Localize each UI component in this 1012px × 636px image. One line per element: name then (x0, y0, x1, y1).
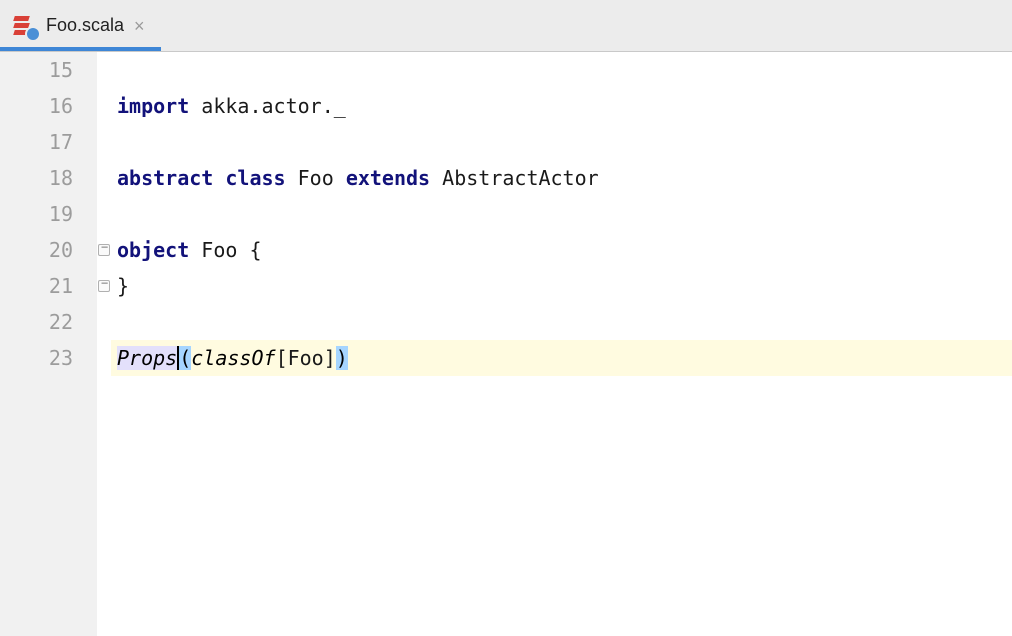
code-token: ) (336, 346, 348, 370)
code-token: Foo { (189, 238, 261, 262)
line-number[interactable]: 17 (0, 124, 97, 160)
code-token: import (117, 94, 189, 118)
fold-handle[interactable] (98, 280, 110, 292)
line-number[interactable]: 18 (0, 160, 97, 196)
code-token: object (117, 238, 189, 262)
code-line[interactable] (111, 52, 1012, 88)
code-token (213, 166, 225, 190)
code-token: Props (117, 346, 177, 370)
code-token: AbstractActor (430, 166, 599, 190)
line-number[interactable]: 21 (0, 268, 97, 304)
code-line[interactable]: object Foo { (111, 232, 1012, 268)
code-editor[interactable]: import akka.actor._ abstract class Foo ex… (111, 52, 1012, 636)
code-line[interactable] (111, 124, 1012, 160)
code-line[interactable] (111, 304, 1012, 340)
line-number[interactable]: 20 (0, 232, 97, 268)
fold-handle[interactable] (98, 244, 110, 256)
line-number[interactable]: 22 (0, 304, 97, 340)
code-token: class (225, 166, 285, 190)
code-token: abstract (117, 166, 213, 190)
fold-column[interactable] (97, 52, 111, 636)
scala-file-icon (14, 15, 36, 37)
line-number[interactable]: 23 (0, 340, 97, 376)
code-token: classOf (191, 346, 275, 370)
editor-area: 151617181920212223 import akka.actor._ab… (0, 52, 1012, 636)
file-tab[interactable]: Foo.scala × (0, 0, 161, 51)
code-token: Foo (286, 166, 346, 190)
file-tab-label: Foo.scala (46, 15, 124, 36)
code-line[interactable]: abstract class Foo extends AbstractActor (111, 160, 1012, 196)
code-token: [Foo] (276, 346, 336, 370)
line-number[interactable]: 15 (0, 52, 97, 88)
code-line[interactable] (111, 196, 1012, 232)
editor-tabbar: Foo.scala × (0, 0, 1012, 52)
line-number[interactable]: 16 (0, 88, 97, 124)
code-line[interactable]: } (111, 268, 1012, 304)
code-token: } (117, 274, 129, 298)
code-token: extends (346, 166, 430, 190)
close-icon[interactable]: × (134, 17, 145, 35)
code-line[interactable]: import akka.actor._ (111, 88, 1012, 124)
code-line[interactable]: Props(classOf[Foo]) (111, 340, 1012, 376)
code-token: akka.actor._ (189, 94, 346, 118)
line-number-gutter[interactable]: 151617181920212223 (0, 52, 97, 636)
line-number[interactable]: 19 (0, 196, 97, 232)
code-token: ( (179, 346, 191, 370)
